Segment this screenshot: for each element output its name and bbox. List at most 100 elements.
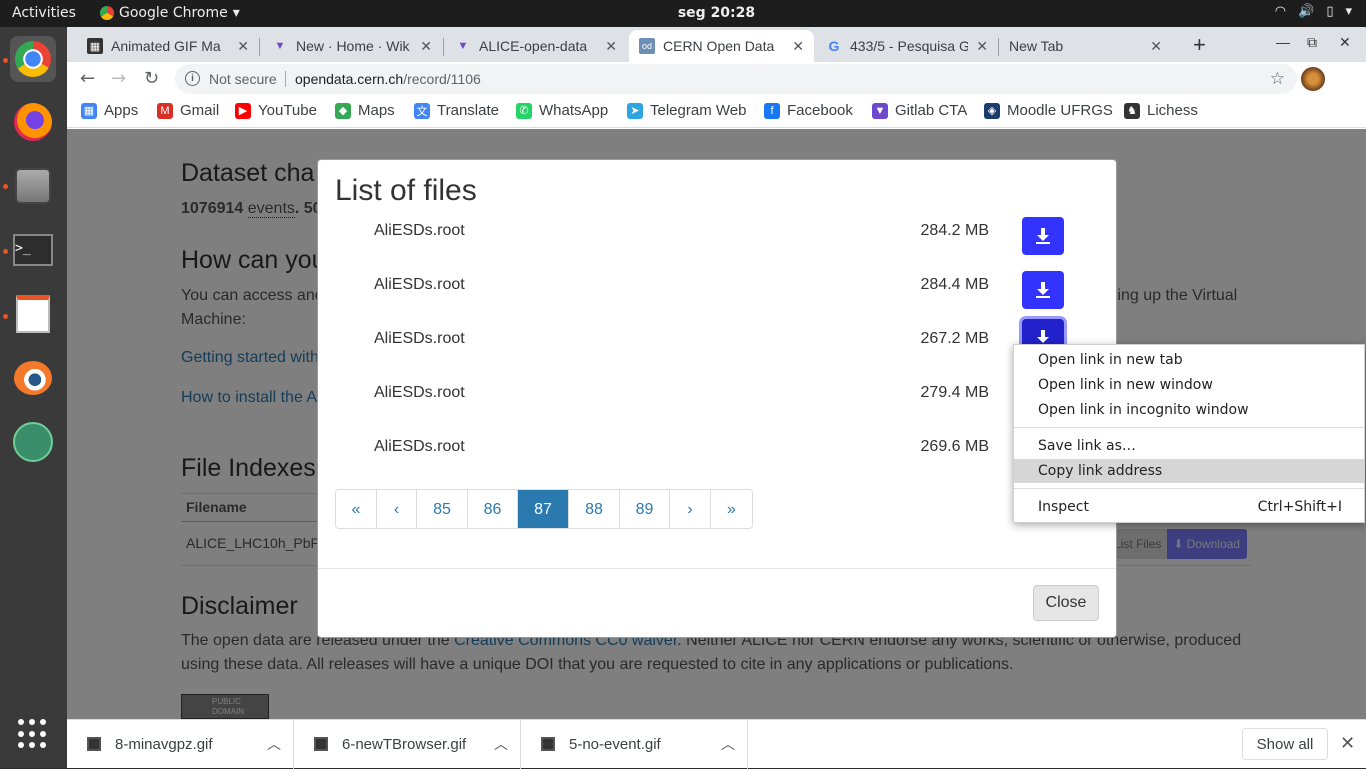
bookmark-moodle-ufrgs[interactable]: ◈ Moodle UFRGS <box>984 102 1113 119</box>
context-menu-item-save-link-as[interactable]: Save link as… <box>1014 434 1364 458</box>
menu-item-label: Save link as… <box>1038 438 1136 454</box>
profile-avatar[interactable] <box>1301 67 1325 91</box>
tab-alice-open-data[interactable]: ▼ ALICE-open-data ✕ <box>445 30 627 62</box>
page-link[interactable]: › <box>670 490 711 528</box>
minimize-icon[interactable]: — <box>1276 34 1290 50</box>
info-icon[interactable]: i <box>185 71 200 86</box>
bookmarks-bar: ▦ Apps M Gmail ▶ YouTube ◆ Maps 文 Translate ✆ Whats… <box>67 96 1366 128</box>
file-size: 279.4 MB <box>920 384 989 401</box>
download-file-name: 8-minavgpz.gif <box>115 736 213 753</box>
tab-gitlab-wiki[interactable]: ▼ New · Home · Wik ✕ <box>262 30 442 62</box>
page-link[interactable]: 87 <box>518 490 569 528</box>
modal-footer-divider <box>318 568 1116 569</box>
maps-icon: ◆ <box>335 102 351 119</box>
terminal-launcher[interactable]: >_ <box>10 227 56 273</box>
atom-launcher[interactable] <box>10 419 56 465</box>
download-item[interactable]: 6-newTBrowser.gif ︿ <box>294 720 521 769</box>
download-item[interactable]: 5-no-event.gif ︿ <box>521 720 748 769</box>
close-icon[interactable]: ✕ <box>1340 733 1355 754</box>
text-editor-launcher[interactable] <box>10 291 56 337</box>
page-link[interactable]: 85 <box>417 490 468 528</box>
reload-icon[interactable]: ↻ <box>144 68 159 89</box>
tab-cern-open-data[interactable]: od CERN Open Data ✕ <box>629 30 814 62</box>
file-row: AliESDs.root 284.2 MB <box>374 217 1064 257</box>
moodle-icon: ◈ <box>984 102 1000 119</box>
file-download-button[interactable] <box>1022 271 1064 309</box>
google-icon: G <box>828 38 840 54</box>
chrome-launcher[interactable] <box>10 36 56 82</box>
page-link[interactable]: 88 <box>569 490 620 528</box>
bookmark-whatsapp[interactable]: ✆ WhatsApp <box>516 102 608 119</box>
context-menu-item-copy-link-address[interactable]: Copy link address <box>1014 459 1364 483</box>
lichess-icon: ♞ <box>1124 102 1140 119</box>
context-menu-item-inspect[interactable]: Inspect Ctrl+Shift+I <box>1014 495 1364 519</box>
tab-strip: ▦ Animated GIF Ma ✕ ▼ New · Home · Wik ✕… <box>67 27 1366 62</box>
download-item[interactable]: 8-minavgpz.gif ︿ <box>67 720 294 769</box>
bookmark-gmail[interactable]: M Gmail <box>157 102 219 119</box>
menu-item-label: Open link in incognito window <box>1038 402 1249 418</box>
context-menu-item-open-link-in-new-window[interactable]: Open link in new window <box>1014 373 1364 397</box>
battery-icon: ▯ <box>1326 4 1334 19</box>
address-bar[interactable]: i Not secure opendata.cern.ch/record/110… <box>175 64 1297 94</box>
bookmark-apps[interactable]: ▦ Apps <box>81 102 138 119</box>
gnome-top-bar: Activities Google Chrome ▾ seg 20:28 ◠ 🔊… <box>0 0 1366 27</box>
close-icon[interactable]: ✕ <box>792 38 804 55</box>
close-button[interactable]: Close <box>1033 585 1099 621</box>
close-icon[interactable]: ✕ <box>976 38 988 55</box>
firefox-launcher[interactable] <box>10 99 56 145</box>
bookmark-youtube[interactable]: ▶ YouTube <box>235 102 317 119</box>
gitlab-icon: ▼ <box>274 40 286 52</box>
show-all-button[interactable]: Show all <box>1242 728 1328 760</box>
facebook-icon: f <box>764 102 780 119</box>
download-icon <box>1036 282 1050 298</box>
tab-new-tab[interactable]: New Tab ✕ <box>999 30 1172 62</box>
tab-animated-gif[interactable]: ▦ Animated GIF Ma ✕ <box>77 30 259 62</box>
blender-icon <box>14 361 52 395</box>
chevron-up-icon[interactable]: ︿ <box>494 734 508 754</box>
system-tray[interactable]: ◠ 🔊 ▯ ▾ <box>1275 4 1352 19</box>
text-editor-icon <box>16 295 50 333</box>
context-menu-item-open-link-in-new-tab[interactable]: Open link in new tab <box>1014 348 1364 372</box>
page-link[interactable]: « <box>336 490 377 528</box>
gif-icon: ▦ <box>87 38 103 54</box>
bookmark-maps[interactable]: ◆ Maps <box>335 102 395 119</box>
tab-google-search[interactable]: G 433/5 - Pesquisa G ✕ <box>816 30 998 62</box>
chevron-up-icon[interactable]: ︿ <box>267 734 281 754</box>
menu-item-label: Open link in new window <box>1038 377 1213 393</box>
context-menu-item-open-link-in-incognito-window[interactable]: Open link in incognito window <box>1014 398 1364 422</box>
chrome-icon <box>15 41 51 77</box>
blender-launcher[interactable] <box>10 355 56 401</box>
bookmark-lichess[interactable]: ♞ Lichess <box>1124 102 1198 119</box>
menu-item-label: Copy link address <box>1038 463 1163 479</box>
bookmark-telegram-web[interactable]: ➤ Telegram Web <box>627 102 746 119</box>
bookmark-facebook[interactable]: f Facebook <box>764 102 853 119</box>
downloads-shelf: 8-minavgpz.gif ︿ 6-newTBrowser.gif ︿ 5-no-ev… <box>67 719 1366 769</box>
page-link[interactable]: ‹ <box>377 490 417 528</box>
close-icon[interactable]: ✕ <box>237 38 249 55</box>
bookmark-star-icon[interactable]: ☆ <box>1270 69 1285 89</box>
tab-separator <box>443 38 444 56</box>
tab-title: ALICE-open-data <box>479 38 588 54</box>
bookmark-gitlab-cta[interactable]: ▼ Gitlab CTA <box>872 102 967 119</box>
clock[interactable]: seg 20:28 <box>0 5 1366 21</box>
forward-icon[interactable]: → <box>111 68 126 89</box>
chevron-up-icon[interactable]: ︿ <box>721 734 735 754</box>
close-icon[interactable]: ✕ <box>1150 38 1162 55</box>
new-tab-button[interactable]: + <box>1193 32 1206 58</box>
back-icon[interactable]: ← <box>80 68 95 89</box>
tab-title: 433/5 - Pesquisa G <box>850 38 969 54</box>
close-icon[interactable]: ✕ <box>605 38 617 55</box>
page-link[interactable]: 89 <box>620 490 670 528</box>
page-link[interactable]: 86 <box>468 490 518 528</box>
show-applications-button[interactable] <box>18 719 48 749</box>
maximize-icon[interactable]: ⧉ <box>1307 34 1317 51</box>
bookmark-translate[interactable]: 文 Translate <box>414 102 499 119</box>
download-file-name: 5-no-event.gif <box>569 736 661 753</box>
page-link[interactable]: » <box>711 490 752 528</box>
close-icon[interactable]: ✕ <box>420 38 432 55</box>
files-launcher[interactable] <box>10 163 56 209</box>
close-window-icon[interactable]: ✕ <box>1339 34 1351 51</box>
file-download-button[interactable] <box>1022 217 1064 255</box>
file-icon <box>314 737 328 751</box>
menu-separator <box>1014 427 1364 428</box>
